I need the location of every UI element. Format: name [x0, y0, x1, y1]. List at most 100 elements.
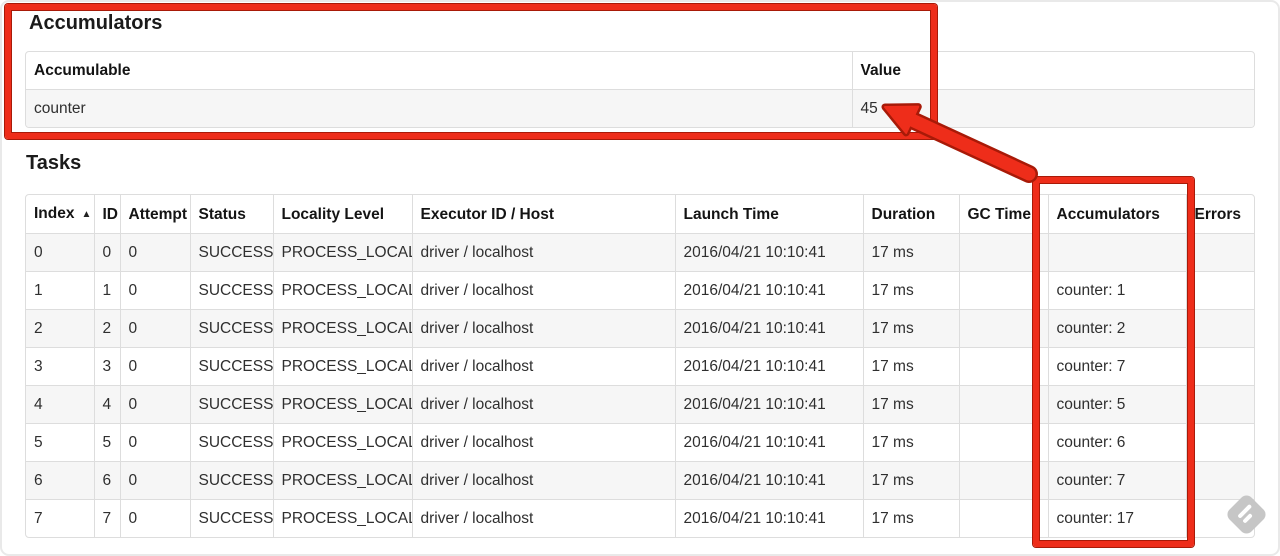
column-header-label: Launch Time — [683, 205, 779, 223]
table-cell: SUCCESS — [189, 423, 273, 462]
column-header-label: Accumulators — [1056, 205, 1160, 223]
table-cell: PROCESS_LOCAL — [272, 385, 412, 424]
column-header-value: Value — [851, 52, 1254, 90]
table-cell: SUCCESS — [189, 347, 273, 386]
table-cell — [958, 499, 1048, 537]
table-cell: 17 ms — [862, 423, 959, 462]
column-header-label: Index — [34, 205, 75, 222]
table-cell: 0 — [119, 233, 190, 272]
table-cell: PROCESS_LOCAL — [272, 233, 412, 272]
table-header-row: Accumulable Value — [26, 52, 1254, 90]
column-header-locality-level[interactable]: Locality Level — [272, 195, 412, 234]
table-cell: 17 ms — [862, 309, 959, 348]
table-cell: counter — [26, 89, 852, 127]
column-header-attempt[interactable]: Attempt — [119, 195, 190, 234]
tasks-table: Index ▲ ID Attempt Status Locality Level Execu… — [25, 194, 1255, 538]
sort-ascending-icon: ▲ — [81, 209, 92, 220]
table-row: 6 6 0 SUCCESS PROCESS_LOCAL driver / localhos… — [26, 461, 1254, 500]
table-cell: 2 — [26, 309, 94, 348]
tasks-table-grid: Index ▲ ID Attempt Status Locality Level Execu… — [26, 195, 1254, 537]
column-header-label: Duration — [871, 205, 936, 223]
table-cell — [1185, 347, 1254, 386]
table-row: 4 4 0 SUCCESS PROCESS_LOCAL driver / localhos… — [26, 385, 1254, 424]
table-cell: 17 ms — [862, 385, 959, 424]
table-cell: counter: 5 — [1047, 385, 1186, 424]
column-header-label: Attempt — [128, 205, 188, 223]
table-cell: 17 ms — [862, 499, 959, 537]
table-cell: 2016/04/21 10:10:41 — [674, 309, 863, 348]
table-cell: SUCCESS — [189, 499, 273, 537]
table-cell: counter: 7 — [1047, 347, 1186, 386]
table-cell — [1185, 423, 1254, 462]
column-header-duration[interactable]: Duration — [862, 195, 959, 234]
table-cell — [1185, 233, 1254, 272]
table-cell: 6 — [26, 461, 94, 500]
table-cell: PROCESS_LOCAL — [272, 499, 412, 537]
table-cell: 0 — [26, 233, 94, 272]
table-row: 0 0 0 SUCCESS PROCESS_LOCAL driver / localhos… — [26, 233, 1254, 272]
table-cell: 2016/04/21 10:10:41 — [674, 347, 863, 386]
table-cell: 0 — [119, 271, 190, 310]
table-cell: 1 — [26, 271, 94, 310]
table-cell: 2016/04/21 10:10:41 — [674, 233, 863, 272]
table-cell: 5 — [93, 423, 120, 462]
column-header-status[interactable]: Status — [189, 195, 273, 234]
column-header-index[interactable]: Index ▲ — [26, 195, 94, 234]
table-cell: 1 — [93, 271, 120, 310]
column-header-errors[interactable]: Errors — [1185, 195, 1254, 234]
table-row: 5 5 0 SUCCESS PROCESS_LOCAL driver / localhos… — [26, 423, 1254, 462]
table-cell: counter: 1 — [1047, 271, 1186, 310]
table-cell: PROCESS_LOCAL — [272, 423, 412, 462]
table-cell: 2016/04/21 10:10:41 — [674, 271, 863, 310]
table-cell: driver / localhost — [411, 271, 675, 310]
table-cell: 0 — [93, 233, 120, 272]
accumulable-table: Accumulable Value counter 45 — [25, 51, 1255, 128]
column-header-label: ID — [102, 205, 119, 223]
table-cell — [1047, 233, 1186, 272]
table-row: counter 45 — [26, 89, 1254, 127]
column-header-accumulators[interactable]: Accumulators — [1047, 195, 1186, 234]
column-header-label: GC Time — [967, 205, 1031, 223]
table-cell: SUCCESS — [189, 309, 273, 348]
table-cell: 0 — [119, 461, 190, 500]
table-cell — [958, 309, 1048, 348]
column-header-gc-time[interactable]: GC Time — [958, 195, 1048, 234]
column-header-id[interactable]: ID — [93, 195, 120, 234]
table-cell: 0 — [119, 309, 190, 348]
table-cell: PROCESS_LOCAL — [272, 309, 412, 348]
table-cell: driver / localhost — [411, 309, 675, 348]
table-cell: driver / localhost — [411, 385, 675, 424]
column-header-label: Locality Level — [281, 205, 385, 223]
table-cell — [958, 461, 1048, 500]
table-cell: 0 — [119, 347, 190, 386]
column-header-label: Status — [198, 205, 246, 223]
table-cell: 4 — [26, 385, 94, 424]
column-header-label: Executor ID / Host — [420, 205, 555, 223]
tasks-section-heading: Tasks — [26, 152, 82, 174]
table-cell: 5 — [26, 423, 94, 462]
table-cell — [958, 423, 1048, 462]
table-cell: 0 — [119, 385, 190, 424]
table-cell: 17 ms — [862, 271, 959, 310]
column-header-label: Value — [860, 62, 902, 79]
table-cell — [1185, 271, 1254, 310]
column-header-launch-time[interactable]: Launch Time — [674, 195, 863, 234]
table-cell: 3 — [93, 347, 120, 386]
table-cell: 17 ms — [862, 233, 959, 272]
table-cell: 2016/04/21 10:10:41 — [674, 385, 863, 424]
table-cell: 7 — [93, 499, 120, 537]
table-cell — [1185, 385, 1254, 424]
table-row: 3 3 0 SUCCESS PROCESS_LOCAL driver / localhos… — [26, 347, 1254, 386]
accumulable-table-grid: Accumulable Value counter 45 — [26, 52, 1254, 127]
table-row: 1 1 0 SUCCESS PROCESS_LOCAL driver / localhos… — [26, 271, 1254, 310]
table-row: 7 7 0 SUCCESS PROCESS_LOCAL driver / localhos… — [26, 499, 1254, 537]
table-cell — [958, 385, 1048, 424]
table-cell — [958, 233, 1048, 272]
table-cell: driver / localhost — [411, 233, 675, 272]
table-cell: driver / localhost — [411, 423, 675, 462]
table-cell — [958, 347, 1048, 386]
column-header-label: Errors — [1194, 205, 1242, 223]
column-header-executor-id-host[interactable]: Executor ID / Host — [411, 195, 675, 234]
table-cell: PROCESS_LOCAL — [272, 461, 412, 500]
table-cell: 6 — [93, 461, 120, 500]
